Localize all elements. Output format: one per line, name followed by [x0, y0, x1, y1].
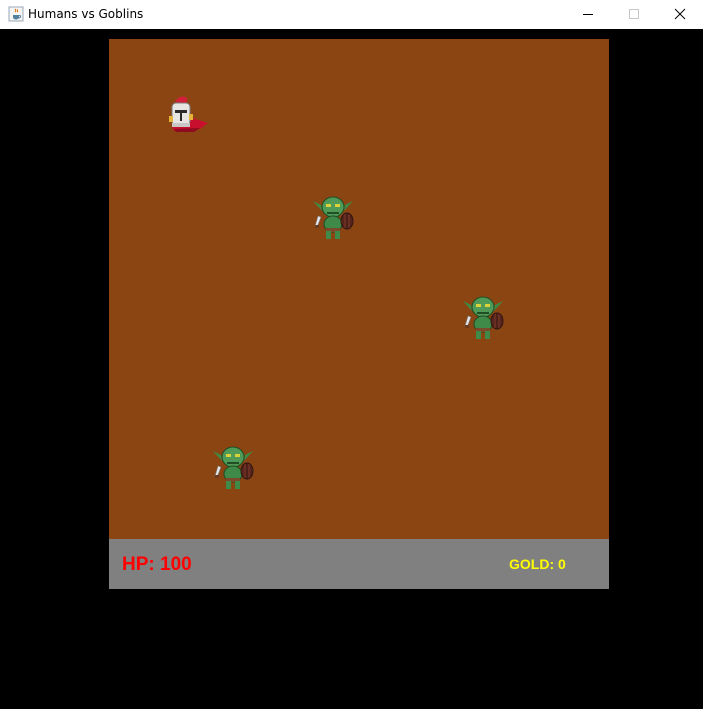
minimize-icon	[583, 14, 593, 15]
window-title: Humans vs Goblins	[28, 7, 144, 21]
goblin-icon[interactable]	[212, 442, 256, 490]
gold-label: GOLD: 0	[509, 556, 566, 572]
hp-label: HP: 100	[122, 554, 192, 575]
close-button[interactable]	[657, 0, 703, 29]
minimize-button[interactable]	[565, 0, 611, 29]
goblin-icon[interactable]	[462, 292, 506, 340]
close-icon	[674, 8, 686, 20]
status-bar: HP: 100 GOLD: 0	[109, 539, 609, 589]
goblin-icon[interactable]	[312, 192, 356, 240]
maximize-button[interactable]	[611, 0, 657, 29]
maximize-icon	[629, 9, 639, 19]
title-bar[interactable]: Humans vs Goblins	[0, 0, 703, 29]
game-board[interactable]	[109, 39, 609, 539]
knight-icon[interactable]	[164, 94, 210, 136]
java-cup-icon	[8, 6, 24, 22]
